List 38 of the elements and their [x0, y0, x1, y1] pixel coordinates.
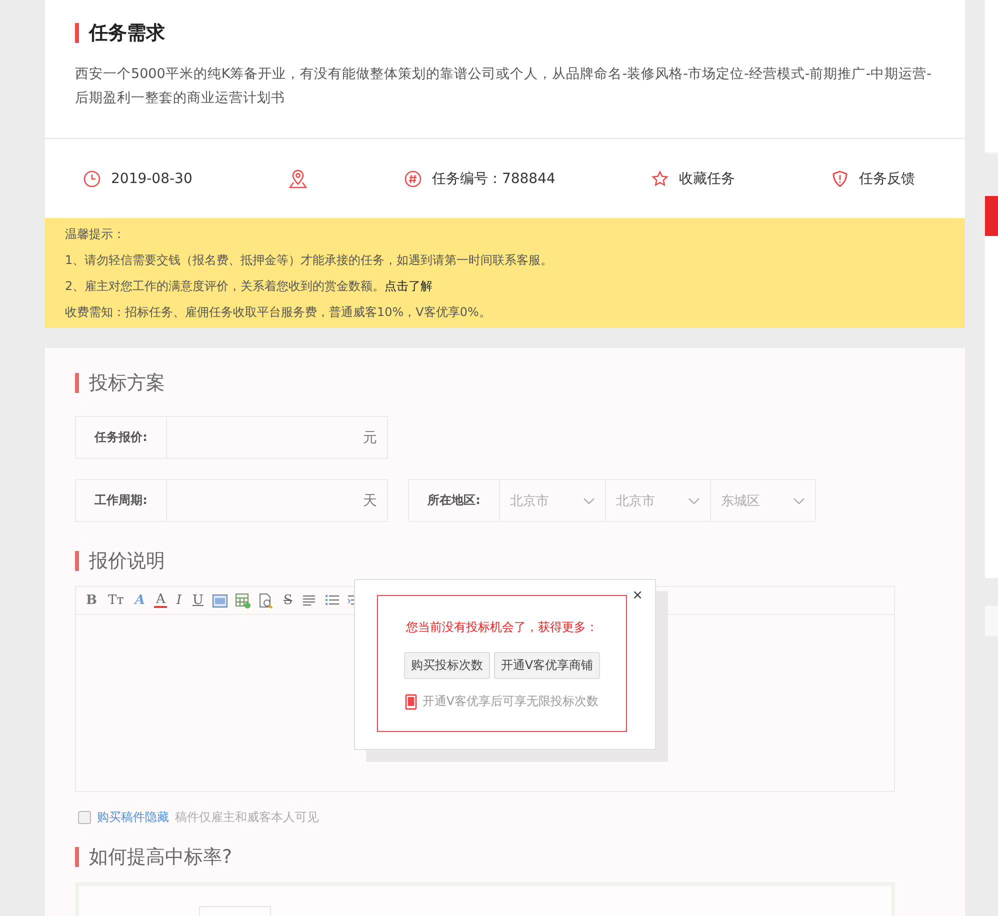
- toolbar-button[interactable]: U: [190, 593, 206, 608]
- popup-note: 开通V客优享后可享无限投标次数: [422, 693, 599, 710]
- action-link[interactable]: 收藏任务: [679, 170, 736, 188]
- action-link[interactable]: 任务反馈: [858, 170, 915, 188]
- popup-button[interactable]: 购买投标次数: [404, 652, 490, 679]
- task-description: 西安一个5000平米的纯K筹备开业，有没有能做整体策划的靠谱公司或个人，从品牌命名-装修风格-市场定位-经营模式-前期推广-中期运营-后期盈利一整套的商业运营计划书: [75, 65, 932, 108]
- close-button[interactable]: ×: [632, 588, 643, 603]
- toolbar-button[interactable]: A: [154, 593, 168, 608]
- toolbar-button[interactable]: Tт: [106, 593, 126, 608]
- shield-icon[interactable]: [830, 170, 849, 188]
- checkbox[interactable]: [78, 811, 91, 824]
- toolbar-button[interactable]: B: [84, 593, 99, 608]
- learn-more-link[interactable]: 点击了解: [384, 279, 433, 293]
- section-title: 投标方案: [89, 371, 165, 396]
- notice-title: 温馨提示：: [65, 226, 126, 243]
- document-search-icon[interactable]: [258, 592, 274, 608]
- hide-draft-link[interactable]: 购买稿件隐藏: [97, 809, 169, 826]
- toolbar-button[interactable]: S: [281, 593, 294, 608]
- section-title: 任务需求: [89, 21, 165, 46]
- notice-text: 2、雇主对您工作的满意度评价，关系着您收到的赏金数额。: [65, 279, 385, 293]
- popup-button[interactable]: 开通V客优享商铺: [494, 652, 600, 679]
- hint-text: 稿件仅雇主和威客本人可见: [175, 809, 319, 826]
- location-pin-icon[interactable]: [288, 168, 308, 188]
- star-icon[interactable]: [651, 170, 670, 188]
- task-number: 任务编号：788844: [432, 170, 556, 188]
- toolbar-button[interactable]: I: [174, 593, 184, 608]
- task-date: 2019-08-30: [111, 170, 192, 186]
- fee-notice: 收费需知：招标任务、雇佣任务收取平台服务费，普通威客10%，V客优享0%。: [65, 304, 492, 321]
- table-icon[interactable]: [235, 592, 252, 608]
- notice-text: 1、请勿轻信需要交钱（报名费、抵押金等）才能承接的任务，如遇到请第一时间联系客服。: [65, 253, 553, 267]
- hash-icon: [404, 170, 422, 188]
- popup-message: 您当前没有投标机会了，获得更多：: [406, 619, 598, 636]
- align-icon[interactable]: [301, 592, 318, 608]
- phone-icon: [405, 694, 418, 710]
- section-title: 如何提高中标率?: [89, 845, 232, 870]
- clock-icon: [83, 170, 101, 188]
- image-icon[interactable]: [212, 594, 228, 608]
- section-title: 报价说明: [89, 549, 165, 574]
